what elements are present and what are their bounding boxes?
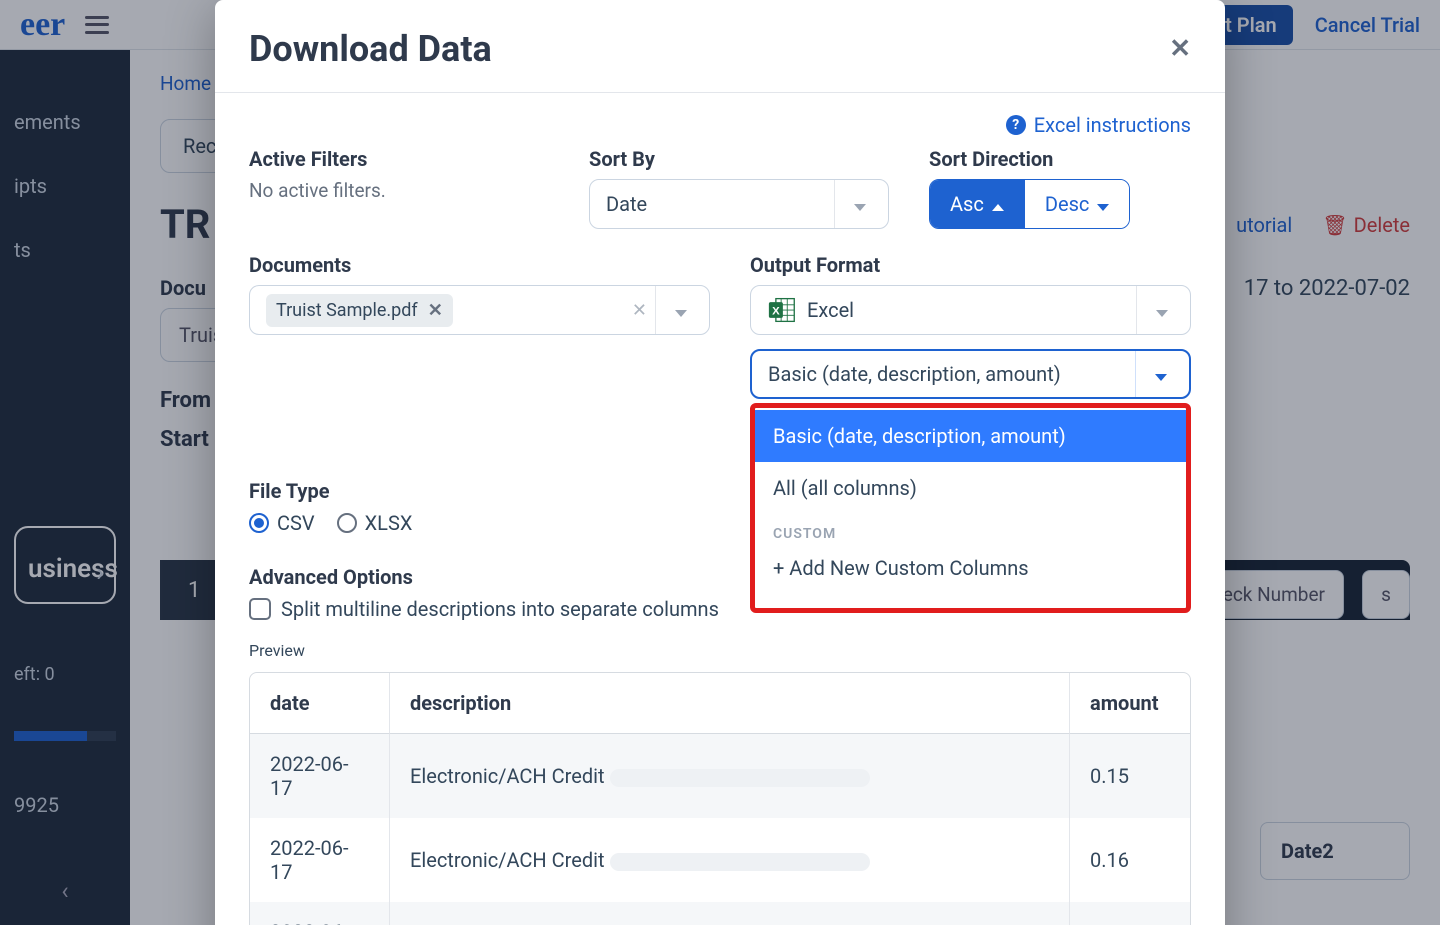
col-description: description [390,673,1070,734]
redacted-text [610,769,870,787]
file-type-csv-radio[interactable]: CSV [249,511,315,535]
chevron-down-icon [1155,362,1167,386]
redacted-text [610,853,870,871]
documents-multiselect[interactable]: Truist Sample.pdf ✕ ✕ [249,285,710,335]
columns-select[interactable]: Basic (date, description, amount) [750,349,1191,399]
output-format-select[interactable]: X Excel [750,285,1191,335]
modal-overlay: Download Data ✕ ? Excel instructions Act… [0,0,1440,925]
preview-table: date description amount 2022-06-17 Elect… [249,672,1191,925]
close-icon[interactable]: ✕ [1169,34,1191,64]
remove-chip-icon[interactable]: ✕ [428,300,443,321]
document-chip: Truist Sample.pdf ✕ [266,294,453,327]
table-row: 2022-06-20 Electronic/ACH Debit -0.31 [250,902,1190,925]
table-row: 2022-06-17 Electronic/ACH Credit 0.16 [250,818,1190,902]
active-filters-label: Active Filters [249,147,549,171]
output-format-label: Output Format [750,253,1191,277]
sort-by-select[interactable]: Date [589,179,889,229]
file-type-xlsx-radio[interactable]: XLSX [337,511,413,535]
chevron-up-icon [992,192,1004,216]
columns-option-all[interactable]: All (all columns) [755,462,1186,514]
sort-direction-label: Sort Direction [929,147,1189,171]
active-filters-value: No active filters. [249,179,549,202]
columns-option-basic[interactable]: Basic (date, description, amount) [755,410,1186,462]
excel-instructions-link[interactable]: ? Excel instructions [1006,113,1191,137]
sort-desc-button[interactable]: Desc [1025,180,1130,228]
chevron-down-icon [675,298,687,322]
help-icon: ? [1006,115,1026,135]
svg-text:X: X [772,305,780,317]
sort-by-label: Sort By [589,147,889,171]
columns-dropdown-menu: Basic (date, description, amount) All (a… [750,403,1191,613]
clear-all-icon[interactable]: ✕ [624,300,655,321]
download-data-modal: Download Data ✕ ? Excel instructions Act… [215,0,1225,925]
preview-label: Preview [249,641,1191,660]
col-amount: amount [1070,673,1190,734]
chevron-down-icon [1156,298,1168,322]
chevron-down-icon [854,192,866,216]
excel-icon: X [767,296,797,324]
columns-group-custom: CUSTOM [755,514,1186,546]
split-multiline-label: Split multiline descriptions into separa… [281,597,719,621]
table-row: 2022-06-17 Electronic/ACH Credit 0.15 [250,734,1190,818]
chevron-down-icon [1097,192,1109,216]
modal-title: Download Data [249,28,492,70]
add-custom-columns[interactable]: + Add New Custom Columns [755,546,1186,590]
sort-asc-button[interactable]: Asc [930,180,1024,228]
documents-section-label: Documents [249,253,710,277]
col-date: date [250,673,390,734]
sort-direction-toggle: Asc Desc [929,179,1130,229]
split-multiline-checkbox[interactable] [249,598,271,620]
